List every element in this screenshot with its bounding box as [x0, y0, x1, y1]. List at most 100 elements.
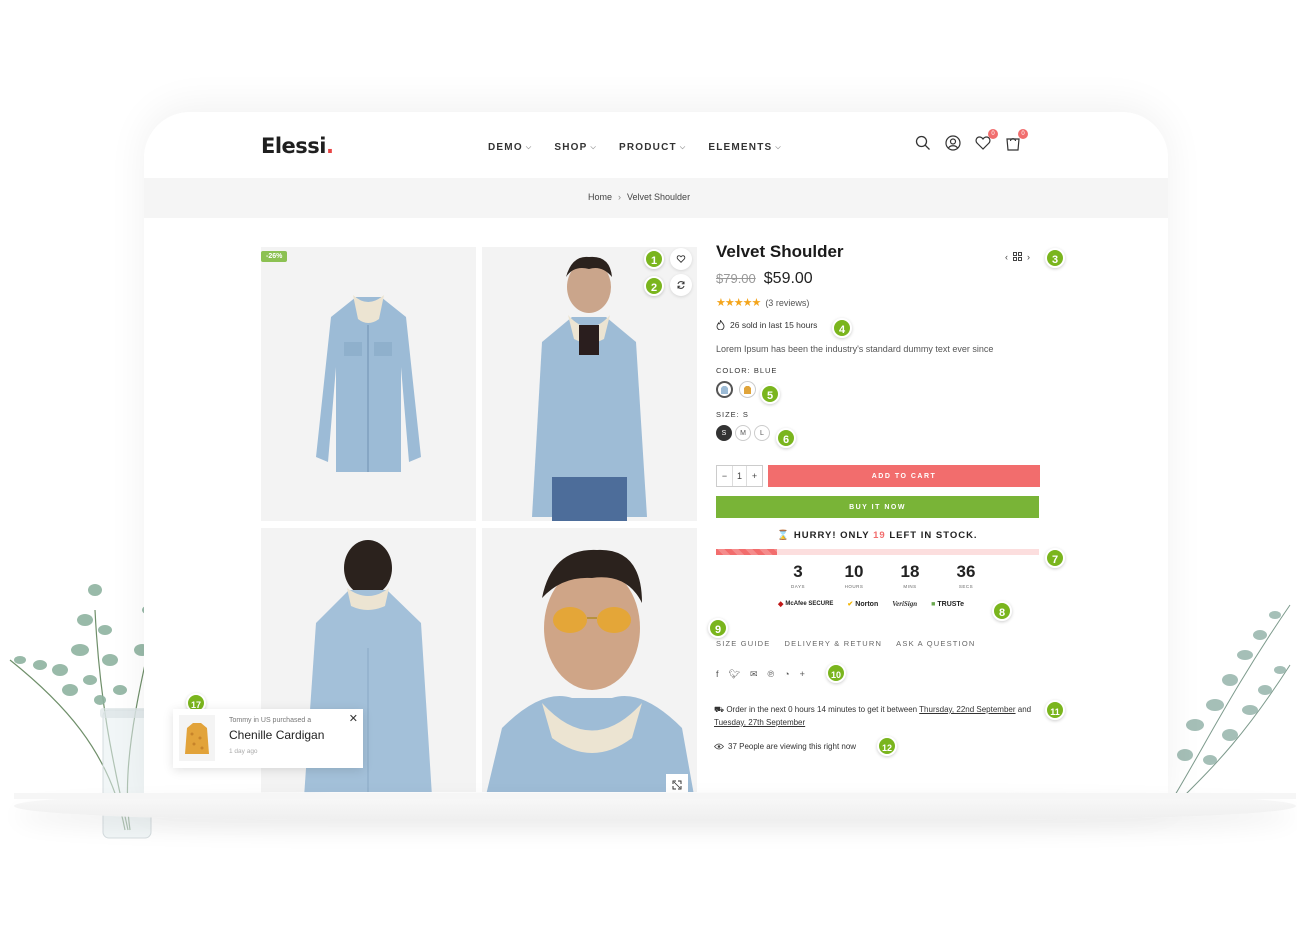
- product-image-model-back[interactable]: [261, 528, 476, 812]
- nav-demo[interactable]: DEMO ⌵: [488, 142, 532, 153]
- product-image-model-front[interactable]: [482, 247, 697, 521]
- color-label: COLOR: BLUE: [716, 366, 778, 375]
- stock-left-count: 19: [873, 530, 886, 541]
- truste-badge: ■ TRUSTe: [931, 600, 965, 608]
- countdown-hours: 10 HOURS: [844, 562, 864, 589]
- popup-product-thumbnail: [179, 715, 215, 761]
- marker-10: 10: [826, 663, 846, 683]
- chevron-down-icon: ⌵: [590, 143, 597, 151]
- breadcrumb-current: Velvet Shoulder: [627, 192, 691, 202]
- product-summary: Velvet Shoulder $79.00 $59.00 ★★★★★ (3 r…: [716, 242, 1046, 441]
- jacket-blue-icon: [721, 385, 728, 394]
- buy-now-button[interactable]: BUY IT NOW: [716, 496, 1039, 518]
- breadcrumb-separator: ›: [618, 192, 622, 202]
- mcafee-badge: ◆ McAfee SECURE: [778, 601, 834, 608]
- norton-badge: ✔ Norton: [847, 600, 879, 609]
- product-title: Velvet Shoulder: [716, 242, 844, 261]
- heart-icon: [676, 255, 686, 263]
- tab-ask-question[interactable]: ASK A QUESTION: [896, 639, 975, 648]
- verisign-badge: VeriSign: [892, 600, 918, 608]
- marker-2: 2: [644, 276, 664, 296]
- social-share: f 🐦︎ ✉ ℗ ◔ +: [716, 669, 805, 680]
- wishlist-icon[interactable]: 0: [974, 129, 998, 152]
- facebook-icon[interactable]: f: [716, 669, 719, 680]
- marker-12: 12: [877, 736, 897, 756]
- nav-product[interactable]: PRODUCT ⌵: [619, 142, 686, 153]
- marker-5: 5: [760, 384, 780, 404]
- grid-icon[interactable]: [1013, 252, 1022, 261]
- recent-purchase-popup[interactable]: Tommy in US purchased a Chenille Cardiga…: [173, 709, 363, 768]
- countdown-days: 3 DAYS: [791, 562, 805, 589]
- chevron-down-icon: ⌵: [775, 143, 782, 151]
- popup-close-button[interactable]: ✕: [349, 712, 358, 725]
- header-actions: 0 0: [914, 129, 1028, 152]
- size-m[interactable]: M: [735, 425, 751, 441]
- delivery-estimate: ⛟ Order in the next 0 hours 14 minutes t…: [714, 705, 1032, 727]
- quantity-input[interactable]: 1: [732, 466, 747, 486]
- compare-button[interactable]: [670, 274, 692, 296]
- sale-badge: -26%: [261, 251, 288, 262]
- site-header: Elessi. DEMO ⌵ SHOP ⌵ PRODUCT ⌵ ELEMENTS ⌵ 0: [144, 112, 1168, 178]
- account-icon[interactable]: [944, 134, 962, 152]
- delivery-date-start: Thursday, 22nd September: [919, 705, 1016, 714]
- tab-delivery-return[interactable]: DELIVERY & RETURN: [785, 639, 883, 648]
- chevron-down-icon: ⌵: [679, 143, 687, 151]
- wishlist-count-badge: 0: [988, 129, 998, 139]
- add-to-cart-row: − 1 + ADD TO CART: [716, 465, 1040, 487]
- popup-product-name[interactable]: Chenille Cardigan: [229, 728, 324, 742]
- flame-icon: [716, 320, 725, 330]
- nav-shop[interactable]: SHOP ⌵: [554, 142, 597, 153]
- stock-progress-fill: [716, 549, 778, 555]
- countdown-mins: 18 MINS: [900, 562, 920, 589]
- marker-6: 6: [776, 428, 796, 448]
- expand-icon: [672, 780, 682, 790]
- truck-icon: ⛟: [714, 705, 725, 714]
- add-to-wishlist-button[interactable]: [670, 248, 692, 270]
- twitter-icon[interactable]: 🐦︎: [729, 669, 740, 680]
- stock-progress-bar: [716, 549, 1039, 555]
- main-nav: DEMO ⌵ SHOP ⌵ PRODUCT ⌵ ELEMENTS ⌵: [488, 142, 782, 153]
- quantity-decrease-button[interactable]: −: [717, 471, 732, 481]
- hourglass-icon: ⌛: [777, 530, 791, 541]
- product-image-model-closeup[interactable]: [482, 528, 697, 812]
- reviews-link[interactable]: (3 reviews): [765, 298, 809, 308]
- search-icon[interactable]: [914, 134, 932, 152]
- eucalyptus-plant-right-illustration: [1174, 604, 1291, 795]
- previous-product-icon[interactable]: ‹: [1005, 252, 1008, 262]
- nav-elements[interactable]: ELEMENTS ⌵: [708, 142, 782, 153]
- delivery-date-end: Tuesday, 27th September: [714, 718, 806, 727]
- rating: ★★★★★ (3 reviews): [716, 296, 1046, 309]
- marker-11: 11: [1045, 700, 1065, 720]
- messenger-icon[interactable]: ◔: [784, 669, 789, 680]
- trust-badges: ◆ McAfee SECURE ✔ Norton VeriSign ■ TRUSTe: [778, 600, 964, 608]
- breadcrumb: Home › Velvet Shoulder: [588, 192, 690, 202]
- next-product-icon[interactable]: ›: [1027, 252, 1030, 262]
- quantity-stepper: − 1 +: [716, 465, 763, 487]
- plus-icon[interactable]: +: [800, 669, 805, 680]
- size-s[interactable]: S: [716, 425, 732, 441]
- product-image-front[interactable]: [261, 247, 476, 521]
- size-l[interactable]: L: [754, 425, 770, 441]
- info-tabs: SIZE GUIDE DELIVERY & RETURN ASK A QUEST…: [716, 639, 976, 648]
- email-icon[interactable]: ✉: [750, 669, 758, 680]
- current-price: $59.00: [763, 270, 813, 287]
- breadcrumb-bar: Home › Velvet Shoulder: [144, 178, 1168, 218]
- popup-time: 1 day ago: [229, 748, 258, 755]
- device-shelf-edge: [14, 793, 1296, 799]
- jacket-yellow-icon: [744, 385, 751, 394]
- cart-count-badge: 0: [1018, 129, 1028, 139]
- pinterest-icon[interactable]: ℗: [768, 669, 775, 680]
- swatch-yellow[interactable]: [739, 381, 756, 398]
- quantity-increase-button[interactable]: +: [747, 471, 762, 481]
- page: Elessi. DEMO ⌵ SHOP ⌵ PRODUCT ⌵ ELEMENTS ⌵ 0: [0, 0, 1297, 946]
- brand-logo[interactable]: Elessi.: [261, 134, 334, 158]
- popup-buyer-text: Tommy in US purchased a: [229, 717, 312, 724]
- eye-icon: [714, 743, 724, 750]
- breadcrumb-home-link[interactable]: Home: [588, 192, 612, 202]
- tab-size-guide[interactable]: SIZE GUIDE: [716, 639, 771, 648]
- product-navigation: ‹ ›: [1005, 252, 1030, 262]
- marker-8: 8: [992, 601, 1012, 621]
- swatch-blue[interactable]: [716, 381, 733, 398]
- add-to-cart-button[interactable]: ADD TO CART: [768, 465, 1040, 487]
- cart-icon[interactable]: 0: [1004, 129, 1028, 152]
